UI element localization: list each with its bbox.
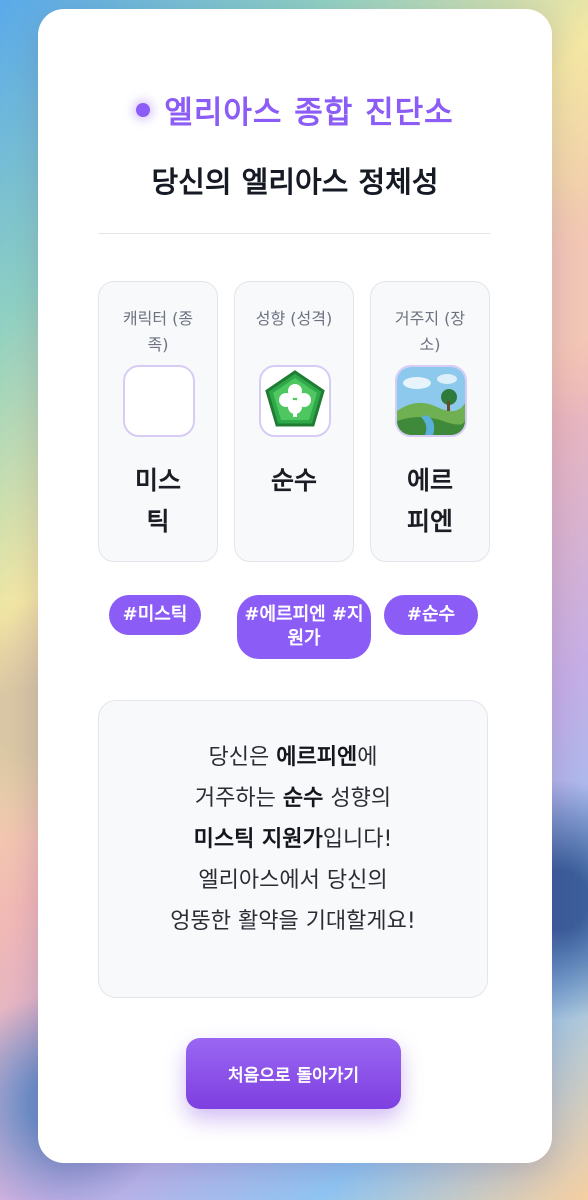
- summary-highlight: 미스틱 지원가: [193, 827, 323, 852]
- summary-line: 당신은 에르피엔에: [99, 737, 487, 778]
- summary-text: 입니다!: [322, 827, 393, 852]
- attribute-card-location: 거주지 (장소) 에르피엔: [370, 281, 490, 562]
- site-title: 엘리아스 종합 진단소: [164, 95, 454, 131]
- empty-icon: [123, 365, 195, 437]
- clover-icon: [259, 365, 331, 437]
- summary-text: 거주하는: [194, 786, 283, 811]
- dot-icon: [136, 102, 151, 117]
- summary-text: 성향의: [323, 786, 392, 811]
- summary-line: 엘리아스에서 당신의: [198, 868, 388, 893]
- tag-pure: #순수: [384, 595, 478, 635]
- summary-line: 엉뚱한 활약을 기대할게요!: [170, 909, 416, 934]
- summary-highlight: 에르피엔: [276, 745, 358, 770]
- attribute-label: 거주지 (장소): [394, 309, 466, 354]
- landscape-icon: [395, 365, 467, 437]
- site-header: 엘리아스 종합 진단소: [38, 87, 552, 132]
- summary-box: 당신은 에르피엔에 거주하는 순수 성향의 미스틱 지원가입니다! 엘리아스에서…: [98, 700, 488, 998]
- attribute-card-character: 캐릭터 (종족) 미스틱: [98, 281, 218, 562]
- result-card: 엘리아스 종합 진단소 당신의 엘리아스 정체성 캐릭터 (종족) 미스틱 성향…: [38, 9, 552, 1163]
- restart-button[interactable]: 처음으로 돌아가기: [186, 1038, 401, 1109]
- summary-text: 당신은: [208, 745, 277, 770]
- attribute-value: 에르피엔: [406, 466, 453, 536]
- summary-line: 미스틱 지원가입니다!: [99, 819, 487, 860]
- attribute-value: 미스틱: [134, 466, 181, 536]
- attribute-label: 캐릭터 (종족): [122, 309, 194, 354]
- tag-erpien-supporter: #에르피엔 #지원가: [237, 595, 371, 659]
- divider: [98, 233, 490, 234]
- page-title: 당신의 엘리아스 정체성: [151, 165, 439, 199]
- attribute-value: 순수: [270, 466, 317, 495]
- tag-mystic: #미스틱: [109, 595, 201, 635]
- summary-line: 거주하는 순수 성향의: [99, 778, 487, 819]
- summary-text: 에: [357, 745, 378, 770]
- attribute-card-personality: 성향 (성격) 순수: [234, 281, 354, 562]
- attribute-label: 성향 (성격): [255, 309, 333, 328]
- summary-highlight: 순수: [282, 786, 324, 811]
